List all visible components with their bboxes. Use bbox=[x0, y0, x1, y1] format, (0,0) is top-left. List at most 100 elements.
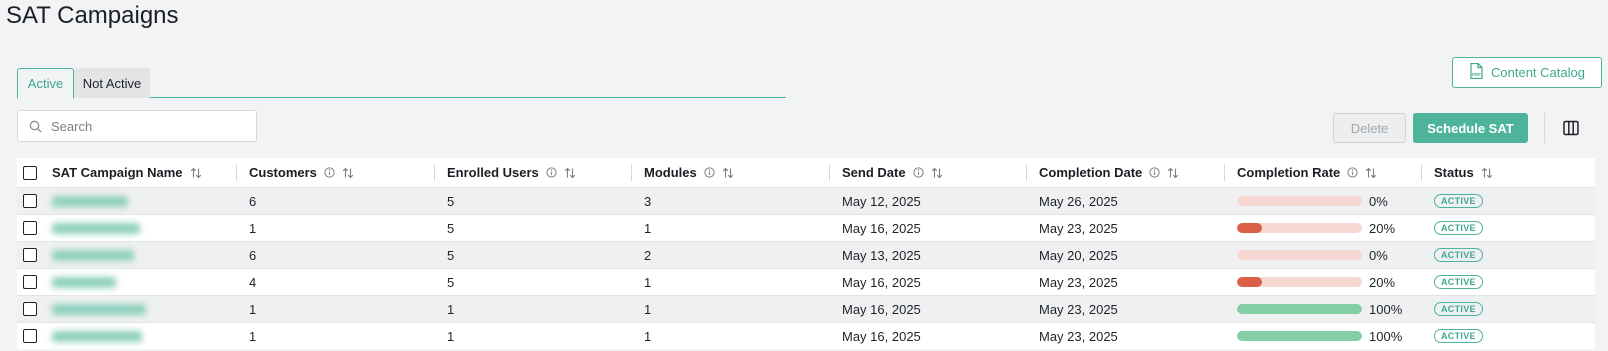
sort-icon[interactable] bbox=[1481, 167, 1493, 179]
column-header-label: Completion Date bbox=[1039, 165, 1143, 180]
send-date-value: May 16, 2025 bbox=[842, 301, 921, 317]
sort-icon[interactable] bbox=[342, 167, 354, 179]
column-header-completion-rate[interactable]: Completion Rate bbox=[1237, 158, 1377, 187]
completion-date-value: May 23, 2025 bbox=[1039, 220, 1118, 236]
search-input[interactable] bbox=[51, 118, 241, 134]
completion-rate-fill bbox=[1237, 277, 1262, 287]
customers-value: 1 bbox=[249, 301, 257, 317]
customers-value: 1 bbox=[249, 220, 257, 236]
page-title: SAT Campaigns bbox=[6, 2, 179, 29]
modules-value: 1 bbox=[644, 328, 652, 344]
sort-icon[interactable] bbox=[190, 167, 202, 179]
completion-rate-cell: 100% bbox=[1237, 296, 1402, 322]
column-header-status[interactable]: Status bbox=[1434, 158, 1493, 187]
column-separator bbox=[1421, 164, 1422, 181]
row-select-cell bbox=[23, 269, 37, 295]
campaign-name-link[interactable] bbox=[52, 303, 146, 315]
column-header-completion-date[interactable]: Completion Date bbox=[1039, 158, 1179, 187]
table-body: 6 5 3 May 12, 2025 May 26, 2025 0% ACTIVE 1 5 1 Ma… bbox=[17, 187, 1595, 349]
column-header-send-date[interactable]: Send Date bbox=[842, 158, 943, 187]
campaign-name-cell bbox=[52, 188, 128, 214]
completion-rate-bar bbox=[1237, 304, 1362, 314]
cell-customers: 1 bbox=[249, 296, 256, 322]
column-separator bbox=[631, 164, 632, 181]
modules-value: 1 bbox=[644, 220, 652, 236]
cell-enrolled-users: 1 bbox=[447, 296, 454, 322]
row-checkbox[interactable] bbox=[23, 275, 37, 289]
tab-active[interactable]: Active bbox=[17, 68, 74, 99]
row-checkbox[interactable] bbox=[23, 248, 37, 262]
completion-rate-value: 20% bbox=[1369, 274, 1396, 290]
row-checkbox[interactable] bbox=[23, 302, 37, 316]
cell-modules: 1 bbox=[644, 323, 651, 349]
sort-icon[interactable] bbox=[931, 167, 943, 179]
cell-customers: 4 bbox=[249, 269, 256, 295]
completion-rate-value: 100% bbox=[1369, 328, 1403, 344]
status-cell: ACTIVE bbox=[1434, 215, 1483, 241]
info-icon[interactable] bbox=[546, 167, 557, 178]
cell-enrolled-users: 5 bbox=[447, 242, 454, 268]
toolbar-divider bbox=[1544, 113, 1545, 143]
table-header: SAT Campaign Name Customers Enrolled Users… bbox=[17, 158, 1595, 187]
cell-customers: 1 bbox=[249, 323, 256, 349]
completion-date-value: May 23, 2025 bbox=[1039, 301, 1118, 317]
completion-rate-bar bbox=[1237, 277, 1362, 287]
cell-completion-date: May 23, 2025 bbox=[1039, 215, 1118, 241]
campaign-name-link[interactable] bbox=[52, 222, 140, 234]
schedule-sat-button[interactable]: Schedule SAT bbox=[1413, 113, 1528, 143]
column-header-customers[interactable]: Customers bbox=[249, 158, 354, 187]
campaign-name-link[interactable] bbox=[52, 276, 116, 288]
completion-date-value: May 23, 2025 bbox=[1039, 274, 1118, 290]
completion-rate-value: 20% bbox=[1369, 220, 1396, 236]
customers-value: 1 bbox=[249, 328, 257, 344]
content-catalog-button[interactable]: PDF Content Catalog bbox=[1452, 57, 1602, 88]
info-icon[interactable] bbox=[1149, 167, 1160, 178]
row-select-cell bbox=[23, 188, 37, 214]
cell-modules: 1 bbox=[644, 215, 651, 241]
tab-bar: Active Not Active bbox=[17, 68, 786, 99]
tab-not-active[interactable]: Not Active bbox=[74, 68, 150, 98]
row-checkbox[interactable] bbox=[23, 221, 37, 235]
cell-completion-date: May 23, 2025 bbox=[1039, 296, 1118, 322]
cell-customers: 6 bbox=[249, 242, 256, 268]
select-all-checkbox[interactable] bbox=[23, 165, 37, 180]
row-checkbox[interactable] bbox=[23, 329, 37, 343]
column-header-enrolled-users[interactable]: Enrolled Users bbox=[447, 158, 576, 187]
cell-send-date: May 16, 2025 bbox=[842, 215, 921, 241]
sort-icon[interactable] bbox=[722, 167, 734, 179]
campaign-name-link[interactable] bbox=[52, 195, 128, 207]
campaign-name-link[interactable] bbox=[52, 249, 134, 261]
column-header-campaign-name[interactable]: SAT Campaign Name bbox=[52, 158, 202, 187]
cell-modules: 3 bbox=[644, 188, 651, 214]
info-icon[interactable] bbox=[912, 167, 924, 178]
completion-rate-bar bbox=[1237, 223, 1362, 233]
cell-enrolled-users: 5 bbox=[447, 269, 454, 295]
modules-value: 2 bbox=[644, 247, 652, 263]
completion-rate-bar bbox=[1237, 196, 1362, 206]
row-select-cell bbox=[23, 242, 37, 268]
completion-date-value: May 23, 2025 bbox=[1039, 328, 1118, 344]
sort-icon[interactable] bbox=[1167, 167, 1179, 179]
columns-toggle-button[interactable] bbox=[1560, 117, 1582, 139]
enrolled-users-value: 5 bbox=[447, 220, 455, 236]
enrolled-users-value: 5 bbox=[447, 274, 455, 290]
campaign-name-link[interactable] bbox=[52, 330, 142, 342]
row-select-cell bbox=[23, 215, 37, 241]
column-header-label: Enrolled Users bbox=[447, 165, 539, 180]
sort-icon[interactable] bbox=[564, 167, 576, 179]
pdf-icon: PDF bbox=[1469, 62, 1483, 82]
customers-value: 6 bbox=[249, 247, 257, 263]
column-header-label: SAT Campaign Name bbox=[52, 165, 183, 180]
cell-modules: 1 bbox=[644, 296, 651, 322]
svg-text:PDF: PDF bbox=[1472, 72, 1481, 77]
info-icon[interactable] bbox=[704, 167, 715, 178]
sort-icon[interactable] bbox=[1365, 167, 1377, 179]
info-icon[interactable] bbox=[324, 167, 335, 178]
delete-button[interactable]: Delete bbox=[1333, 113, 1406, 143]
enrolled-users-value: 5 bbox=[447, 247, 455, 263]
row-checkbox[interactable] bbox=[23, 194, 37, 208]
cell-modules: 2 bbox=[644, 242, 651, 268]
info-icon[interactable] bbox=[1347, 167, 1358, 178]
column-header-modules[interactable]: Modules bbox=[644, 158, 734, 187]
send-date-value: May 12, 2025 bbox=[842, 193, 921, 209]
